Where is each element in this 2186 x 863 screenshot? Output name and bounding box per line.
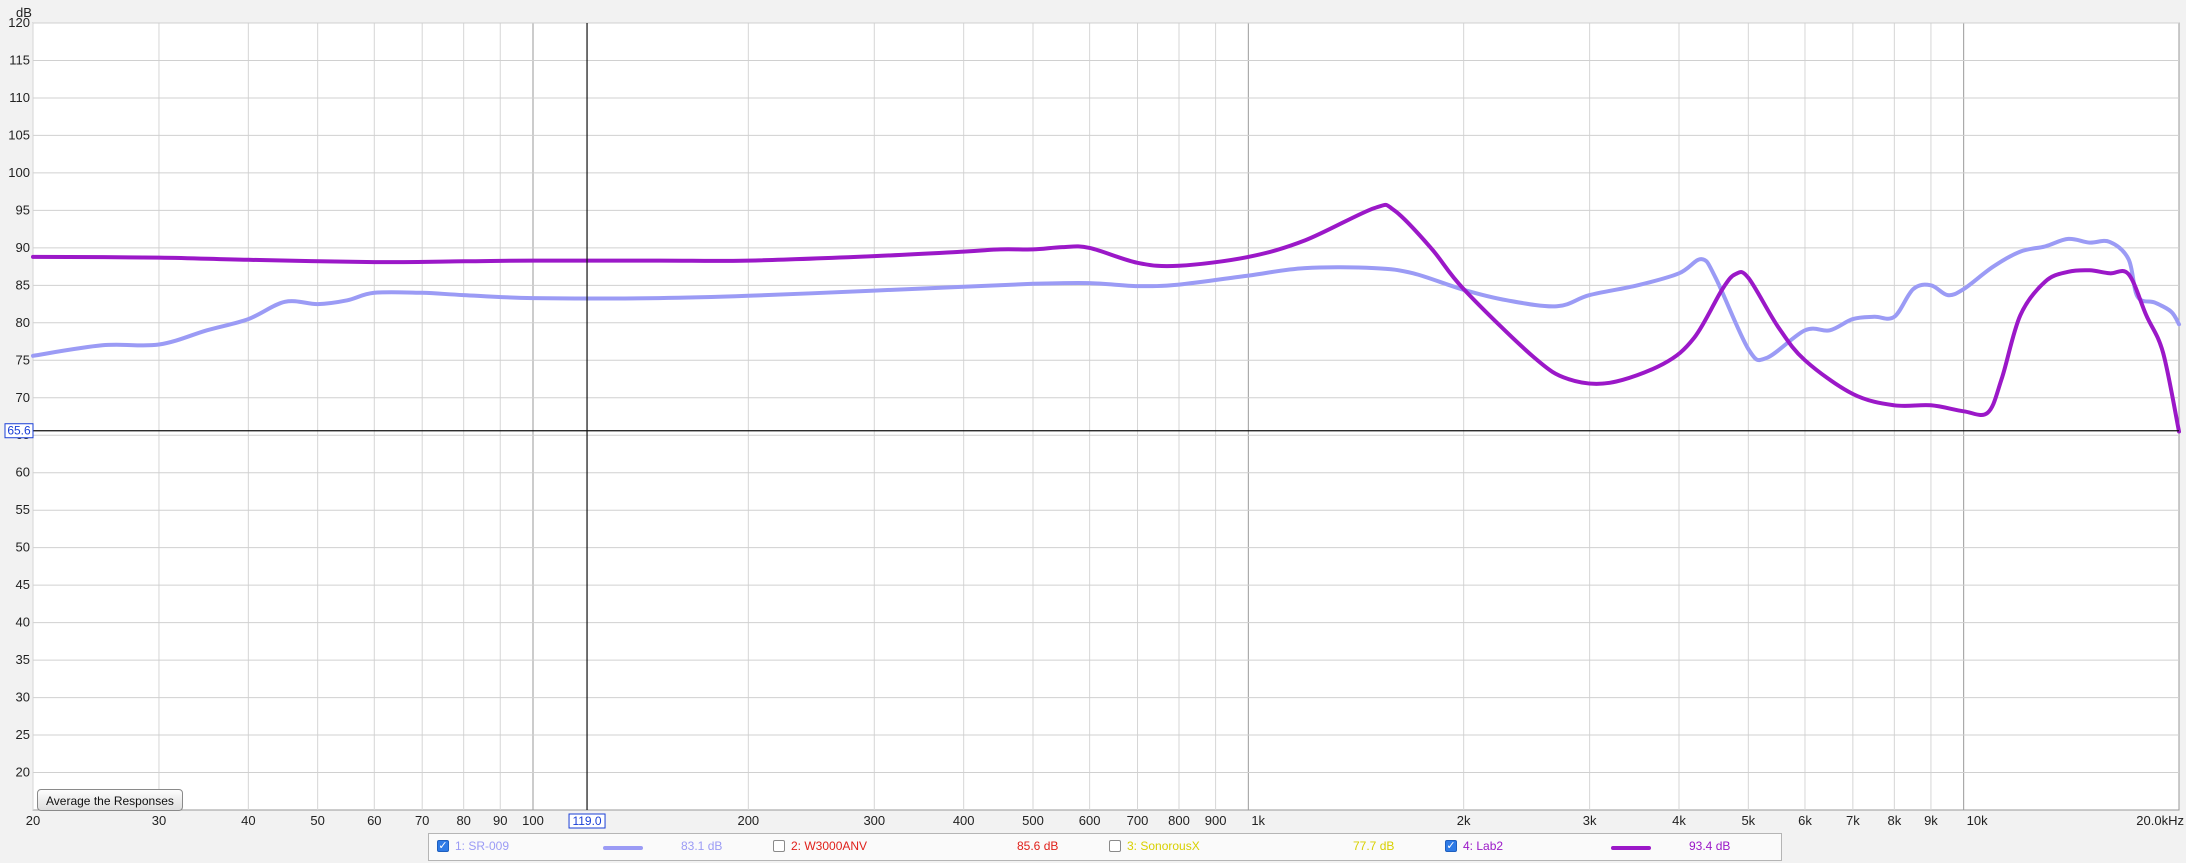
x-tick-label: 600 — [1079, 813, 1101, 828]
x-tick-label: 8k — [1887, 813, 1901, 828]
x-tick-label: 900 — [1205, 813, 1227, 828]
y-tick-label: 50 — [16, 540, 30, 555]
x-axis-tick-labels: 20 30 40 50 60 70 80 90 100 200 300 400 500 600 700 800… — [26, 813, 2184, 828]
x-tick-label: 20 — [26, 813, 40, 828]
x-tick-label: 200 — [737, 813, 759, 828]
x-tick-label: 2k — [1457, 813, 1471, 828]
y-axis-label: dB — [16, 5, 32, 20]
y-tick-label: 25 — [16, 727, 30, 742]
legend-value: 83.1 dB — [681, 839, 723, 853]
y-tick-label: 20 — [16, 765, 30, 780]
legend-line-swatch — [1611, 846, 1651, 850]
legend-entry-1-sr-009: ✓ 1: SR-009 83.1 dB — [437, 834, 767, 860]
x-tick-label: 7k — [1846, 813, 1860, 828]
y-tick-label: 35 — [16, 652, 30, 667]
legend-name: 1: SR-009 — [455, 839, 510, 853]
y-tick-label: 115 — [9, 52, 30, 67]
y-tick-label: 100 — [8, 165, 30, 180]
legend-line-swatch — [603, 846, 643, 850]
x-tick-label: 50 — [310, 813, 324, 828]
y-tick-label: 90 — [16, 240, 30, 255]
y-tick-label: 110 — [9, 90, 30, 105]
cursor-y-readout: 65.6 — [7, 424, 31, 438]
legend-entry-2-w3000anv: 2: W3000ANV 85.6 dB — [773, 834, 1103, 860]
legend-value: 77.7 dB — [1353, 839, 1395, 853]
x-tick-label: 1k — [1251, 813, 1265, 828]
response-legend: ✓ 1: SR-009 83.1 dB 2: W3000ANV 85.6 dB 3: So… — [428, 833, 1782, 861]
y-tick-label: 70 — [16, 390, 30, 405]
x-tick-label: 40 — [241, 813, 255, 828]
x-tick-label: 70 — [415, 813, 429, 828]
x-tick-label: 300 — [863, 813, 885, 828]
y-tick-label: 30 — [16, 690, 30, 705]
y-tick-label: 80 — [16, 315, 30, 330]
x-tick-label: 60 — [367, 813, 381, 828]
y-tick-label: 95 — [16, 202, 30, 217]
x-tick-label: 100 — [522, 813, 544, 828]
y-tick-label: 45 — [16, 577, 30, 592]
legend-entry-4-lab2: ✓ 4: Lab2 93.4 dB — [1445, 834, 1775, 860]
y-tick-label: 85 — [16, 277, 30, 292]
legend-checkbox[interactable]: ✓ — [1445, 840, 1457, 852]
average-responses-button[interactable]: Average the Responses — [37, 789, 183, 811]
legend-checkbox[interactable] — [1109, 840, 1121, 852]
legend-entry-3-sonorousx: 3: SonorousX 77.7 dB — [1109, 834, 1439, 860]
legend-name: 4: Lab2 — [1463, 839, 1504, 853]
legend-value: 85.6 dB — [1017, 839, 1059, 853]
y-axis-tick-labels: 2025303540455055606570758085909510010511… — [8, 15, 30, 780]
x-tick-label: 3k — [1583, 813, 1597, 828]
x-tick-label: 800 — [1168, 813, 1190, 828]
x-tick-label: 30 — [152, 813, 166, 828]
x-tick-label: 80 — [456, 813, 470, 828]
y-tick-label: 75 — [16, 352, 30, 367]
cursor-x-readout: 119.0 — [572, 814, 601, 828]
legend-value: 93.4 dB — [1689, 839, 1731, 853]
x-tick-label: 5k — [1741, 813, 1755, 828]
x-tick-label: 400 — [953, 813, 975, 828]
plot-area — [32, 22, 2180, 811]
x-tick-label: 700 — [1127, 813, 1149, 828]
x-tick-label: 4k — [1672, 813, 1686, 828]
legend-name: 2: W3000ANV — [791, 839, 868, 853]
y-tick-label: 60 — [16, 465, 30, 480]
legend-checkbox[interactable]: ✓ — [437, 840, 449, 852]
x-tick-label: 6k — [1798, 813, 1812, 828]
y-tick-label: 40 — [16, 615, 30, 630]
legend-name: 3: SonorousX — [1127, 839, 1200, 853]
x-tick-label: 500 — [1022, 813, 1044, 828]
x-tick-label: 10k — [1967, 813, 1988, 828]
legend-checkbox[interactable] — [773, 840, 785, 852]
frequency-response-chart: 2025303540455055606570758085909510010511… — [4, 5, 2184, 829]
x-tick-label: 9k — [1924, 813, 1938, 828]
x-tick-label: 20.0kHz — [2136, 813, 2184, 828]
x-tick-label: 90 — [493, 813, 507, 828]
y-tick-label: 55 — [16, 502, 30, 517]
y-tick-label: 105 — [8, 127, 30, 142]
